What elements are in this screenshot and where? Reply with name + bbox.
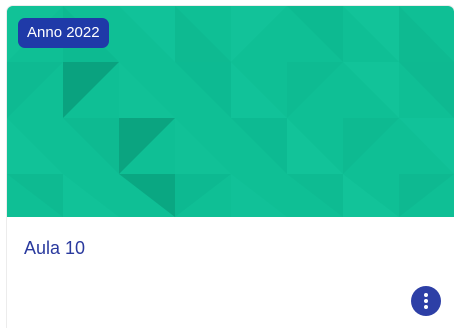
course-title-link[interactable]: Aula 10 [24,236,85,260]
year-badge: Anno 2022 [18,18,109,48]
more-options-button[interactable] [411,286,441,316]
card-banner: Anno 2022 [7,6,454,217]
course-card[interactable]: Anno 2022 Aula 10 [7,6,454,328]
